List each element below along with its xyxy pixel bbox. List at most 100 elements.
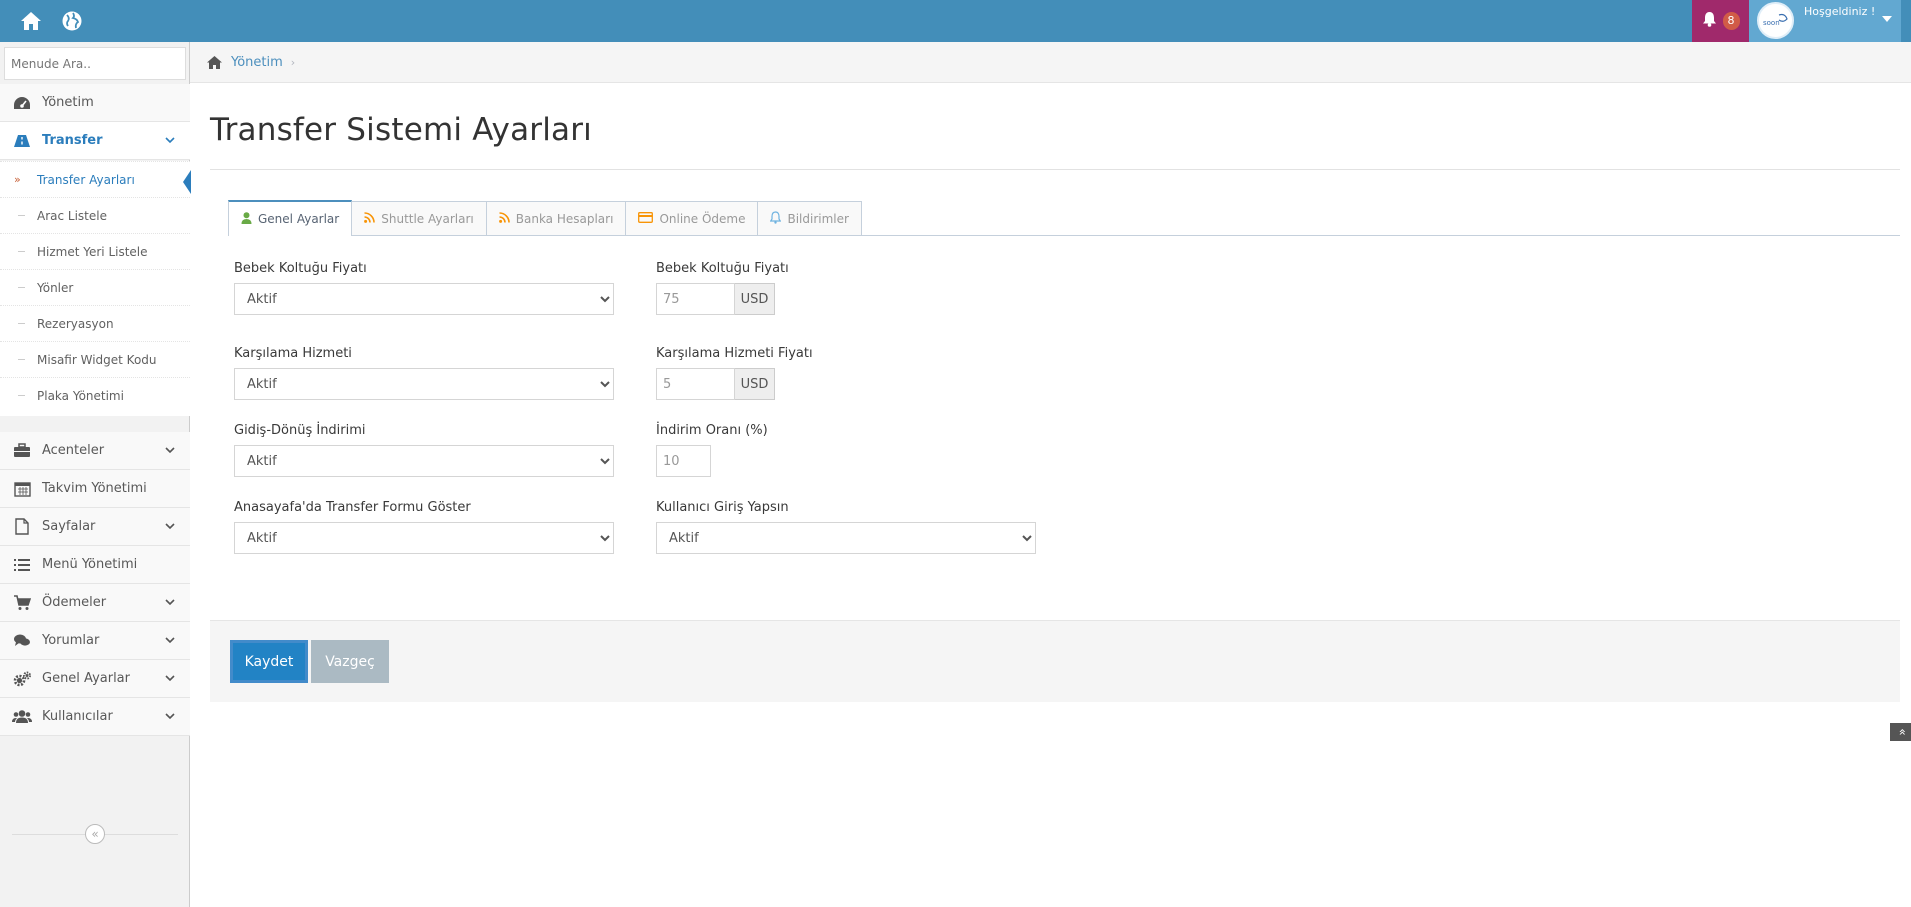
sidebar-item-yorumlar[interactable]: Yorumlar xyxy=(0,622,190,660)
kullanici-giris-label: Kullanıcı Giriş Yapsın xyxy=(656,500,789,515)
tick-mark xyxy=(18,323,25,324)
sidebar-item-label: Takvim Yönetimi xyxy=(42,481,147,496)
sidebar-item-odemeler[interactable]: Ödemeler xyxy=(0,584,190,622)
submenu-item-arac-listele[interactable]: Arac Listele xyxy=(0,197,190,233)
sidebar-item-label: Sayfalar xyxy=(42,519,96,534)
home-icon[interactable] xyxy=(206,55,223,70)
karsilama-hizmeti-select[interactable]: Aktif xyxy=(234,368,614,400)
cart-icon xyxy=(11,594,33,611)
sidebar-item-takvim-yonetimi[interactable]: Takvim Yönetimi xyxy=(0,470,190,508)
top-navbar: 8 soon Hoşgeldiniz ! xyxy=(0,0,1911,42)
sidebar-collapse-icon[interactable]: « xyxy=(85,824,105,844)
indirim-orani-input[interactable]: 10 xyxy=(656,445,711,477)
submenu-item-label: Yönler xyxy=(37,280,74,295)
sidebar-item-sayfalar[interactable]: Sayfalar xyxy=(0,508,190,546)
submenu-item-label: Hizmet Yeri Listele xyxy=(37,244,148,259)
breadcrumb: Yönetim › xyxy=(190,42,1911,83)
road-icon xyxy=(11,134,33,148)
rss-icon xyxy=(364,212,376,226)
sidebar-item-transfer[interactable]: Transfer xyxy=(0,122,190,160)
welcome-text: Hoşgeldiniz ! xyxy=(1804,5,1876,18)
submenu-item-rezeryasyon[interactable]: Rezeryasyon xyxy=(0,305,190,341)
chevron-down-icon xyxy=(164,135,176,147)
user-menu[interactable]: soon Hoşgeldiniz ! xyxy=(1749,0,1901,42)
submenu-item-hizmet-yeri-listele[interactable]: Hizmet Yeri Listele xyxy=(0,233,190,269)
tab-online-odeme[interactable]: Online Ödeme xyxy=(625,201,759,236)
sidebar-item-menu-yonetimi[interactable]: Menü Yönetimi xyxy=(0,546,190,584)
tab-label: Bildirimler xyxy=(787,212,849,226)
chevron-right-icon: › xyxy=(290,55,296,69)
bebek-koltugu-fiyati-input[interactable]: 75 xyxy=(656,283,735,315)
notification-count-badge: 8 xyxy=(1722,12,1740,30)
submenu-item-yonler[interactable]: Yönler xyxy=(0,269,190,305)
sidebar-item-acenteler[interactable]: Acenteler xyxy=(0,432,190,470)
tab-banka-hesaplari[interactable]: Banka Hesapları xyxy=(485,201,627,236)
tab-label: Shuttle Ayarları xyxy=(381,212,474,226)
chevron-down-icon xyxy=(164,635,176,647)
breadcrumb-link-yonetim[interactable]: Yönetim xyxy=(231,55,283,70)
menu-search-input[interactable] xyxy=(4,47,186,80)
anasayfa-transfer-formu-select[interactable]: Aktif xyxy=(234,522,614,554)
svg-text:soon: soon xyxy=(1763,19,1780,27)
tab-shuttle-ayarlari[interactable]: Shuttle Ayarları xyxy=(351,201,487,236)
list-icon xyxy=(11,558,33,572)
sidebar-item-yonetim[interactable]: Yönetim xyxy=(0,84,190,122)
rss-icon xyxy=(498,212,510,226)
bell-icon xyxy=(770,211,782,227)
notifications-button[interactable]: 8 xyxy=(1692,0,1749,42)
sidebar-item-label: Transfer xyxy=(42,133,103,148)
tick-mark xyxy=(18,251,25,252)
kullanici-giris-group: Kullanıcı Giriş Yapsın Aktif xyxy=(656,500,1036,554)
calendar-icon xyxy=(11,481,33,497)
currency-addon: USD xyxy=(735,283,775,315)
sidebar-item-label: Acenteler xyxy=(42,443,105,458)
kullanici-giris-select[interactable]: Aktif xyxy=(656,522,1036,554)
tick-mark xyxy=(18,359,25,360)
bebek-koltugu-group: Bebek Koltuğu Fiyatı Aktif xyxy=(234,261,614,315)
submenu-item-transfer-ayarlari[interactable]: » Transfer Ayarları xyxy=(0,161,191,197)
submenu-item-label: Arac Listele xyxy=(37,208,107,223)
gidis-donus-indirimi-group: Gidiş-Dönüş İndirimi Aktif xyxy=(234,423,614,477)
karsilama-hizmeti-fiyati-input[interactable]: 5 xyxy=(656,368,735,400)
sidebar-item-label: Yönetim xyxy=(42,95,94,110)
sidebar-item-label: Menü Yönetimi xyxy=(42,557,138,572)
anasayfa-transfer-formu-group: Anasayafa'da Transfer Formu Göster Aktif xyxy=(234,500,614,554)
scroll-up-icon[interactable]: » xyxy=(1890,723,1911,741)
tick-mark xyxy=(18,215,25,216)
double-angle-right-icon: » xyxy=(14,173,21,186)
bebek-koltugu-fiyati-label: Bebek Koltuğu Fiyatı xyxy=(656,261,789,276)
avatar: soon xyxy=(1757,2,1794,39)
briefcase-icon xyxy=(11,443,33,458)
currency-addon: USD xyxy=(735,368,775,400)
karsilama-hizmeti-fiyati-label: Karşılama Hizmeti Fiyatı xyxy=(656,346,813,361)
sidebar-item-genel-ayarlar[interactable]: Genel Ayarlar xyxy=(0,660,190,698)
bebek-koltugu-select[interactable]: Aktif xyxy=(234,283,614,315)
file-icon xyxy=(11,518,33,535)
tab-label: Banka Hesapları xyxy=(515,212,614,226)
chevron-down-icon xyxy=(164,521,176,533)
anasayfa-transfer-formu-label: Anasayafa'da Transfer Formu Göster xyxy=(234,500,471,515)
submenu-item-plaka-yonetimi[interactable]: Plaka Yönetimi xyxy=(0,377,190,413)
gidis-donus-indirimi-select[interactable]: Aktif xyxy=(234,445,614,477)
submenu-item-label: Rezeryasyon xyxy=(37,316,114,331)
indirim-orani-group: İndirim Oranı (%) 10 xyxy=(656,423,768,477)
tick-mark xyxy=(18,287,25,288)
submenu-item-label: Transfer Ayarları xyxy=(37,172,135,187)
page-title: Transfer Sistemi Ayarları xyxy=(210,112,592,148)
tab-bildirimler[interactable]: Bildirimler xyxy=(757,201,862,236)
sidebar-item-kullanicilar[interactable]: Kullanıcılar xyxy=(0,698,190,736)
chevron-down-icon xyxy=(164,673,176,685)
tab-genel-ayarlar[interactable]: Genel Ayarlar xyxy=(228,200,353,236)
cancel-button[interactable]: Vazgeç xyxy=(311,640,389,683)
globe-icon[interactable] xyxy=(58,8,86,34)
submenu-item-label: Misafir Widget Kodu xyxy=(37,352,157,367)
tab-label: Genel Ayarlar xyxy=(258,212,340,226)
settings-tabs: Genel Ayarlar Shuttle Ayarları Banka Hes… xyxy=(228,200,862,236)
gidis-donus-indirimi-label: Gidiş-Dönüş İndirimi xyxy=(234,423,366,438)
tab-label: Online Ödeme xyxy=(659,212,746,226)
save-button[interactable]: Kaydet xyxy=(230,640,308,683)
comments-icon xyxy=(11,633,33,648)
submenu-item-misafir-widget-kodu[interactable]: Misafir Widget Kodu xyxy=(0,341,190,377)
karsilama-hizmeti-group: Karşılama Hizmeti Aktif xyxy=(234,346,614,400)
home-icon[interactable] xyxy=(17,8,45,34)
